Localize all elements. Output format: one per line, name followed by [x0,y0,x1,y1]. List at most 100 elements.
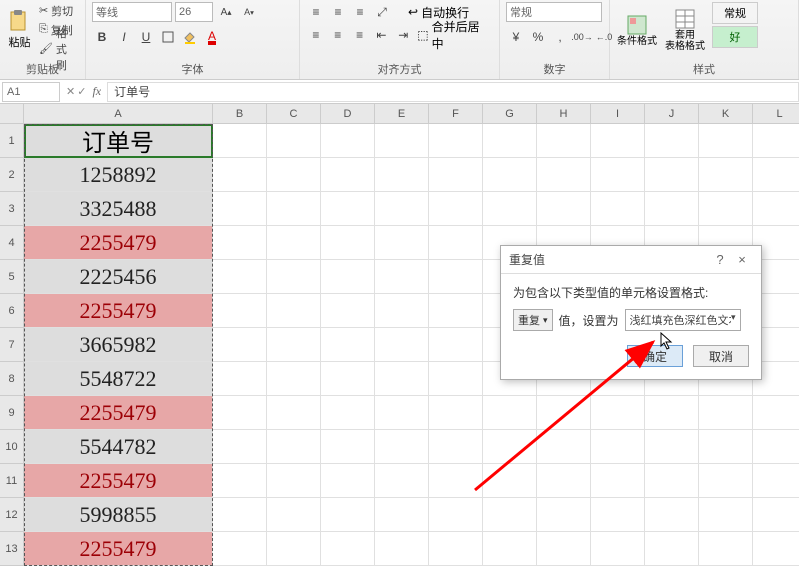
cell-A9[interactable]: 2255479 [24,396,213,430]
cell-H9[interactable] [537,396,591,430]
cell-K9[interactable] [699,396,753,430]
row-header-5[interactable]: 5 [0,260,24,294]
col-header-G[interactable]: G [483,104,537,124]
cell-G1[interactable] [483,124,537,158]
number-format-select[interactable] [506,2,602,22]
cell-K2[interactable] [699,158,753,192]
comma-button[interactable]: , [550,27,570,47]
cell-G10[interactable] [483,430,537,464]
cell-C2[interactable] [267,158,321,192]
cell-B9[interactable] [213,396,267,430]
increase-font-button[interactable]: A▴ [216,2,236,22]
cell-H10[interactable] [537,430,591,464]
align-middle-button[interactable]: ≡ [328,2,348,22]
cell-E3[interactable] [375,192,429,226]
cell-I3[interactable] [591,192,645,226]
cell-E11[interactable] [375,464,429,498]
cell-L12[interactable] [753,498,799,532]
row-header-12[interactable]: 12 [0,498,24,532]
cell-J3[interactable] [645,192,699,226]
cell-G9[interactable] [483,396,537,430]
cancel-button[interactable]: 取消 [693,345,749,367]
format-as-table-button[interactable]: 套用 表格格式 [664,2,706,58]
cell-F2[interactable] [429,158,483,192]
font-size-select[interactable] [175,2,213,22]
cell-F10[interactable] [429,430,483,464]
cell-D4[interactable] [321,226,375,260]
row-header-8[interactable]: 8 [0,362,24,396]
cell-C12[interactable] [267,498,321,532]
cell-G11[interactable] [483,464,537,498]
formula-input[interactable] [107,82,799,102]
cell-A7[interactable]: 3665982 [24,328,213,362]
dialog-help-button[interactable]: ? [709,252,731,267]
cell-B10[interactable] [213,430,267,464]
cell-A11[interactable]: 2255479 [24,464,213,498]
cell-K11[interactable] [699,464,753,498]
underline-button[interactable]: U [136,27,156,47]
cell-B13[interactable] [213,532,267,566]
cell-E12[interactable] [375,498,429,532]
format-style-select[interactable]: 浅红填充色深红色文本 ▾ [625,309,741,331]
cell-F1[interactable] [429,124,483,158]
italic-button[interactable]: I [114,27,134,47]
cell-B11[interactable] [213,464,267,498]
align-top-button[interactable]: ≡ [306,2,326,22]
cell-E1[interactable] [375,124,429,158]
cell-E2[interactable] [375,158,429,192]
cell-B7[interactable] [213,328,267,362]
cell-A3[interactable]: 3325488 [24,192,213,226]
style-normal[interactable]: 常规 [712,2,758,24]
cell-L11[interactable] [753,464,799,498]
dialog-titlebar[interactable]: 重复值 ? × [501,246,761,274]
align-center-button[interactable]: ≡ [328,25,348,45]
cell-I9[interactable] [591,396,645,430]
cell-F13[interactable] [429,532,483,566]
cell-D1[interactable] [321,124,375,158]
cut-button[interactable]: ✂剪切 [37,2,79,19]
cell-E9[interactable] [375,396,429,430]
row-header-9[interactable]: 9 [0,396,24,430]
cell-L10[interactable] [753,430,799,464]
row-header-2[interactable]: 2 [0,158,24,192]
col-header-K[interactable]: K [699,104,753,124]
cell-D7[interactable] [321,328,375,362]
cell-B12[interactable] [213,498,267,532]
cell-I2[interactable] [591,158,645,192]
cell-K3[interactable] [699,192,753,226]
col-header-C[interactable]: C [267,104,321,124]
col-header-J[interactable]: J [645,104,699,124]
indent-inc-button[interactable]: ⇥ [393,25,413,45]
col-header-F[interactable]: F [429,104,483,124]
cell-F8[interactable] [429,362,483,396]
cell-D12[interactable] [321,498,375,532]
cell-K1[interactable] [699,124,753,158]
cell-G3[interactable] [483,192,537,226]
cell-F6[interactable] [429,294,483,328]
cell-A8[interactable]: 5548722 [24,362,213,396]
border-button[interactable] [158,27,178,47]
cell-F7[interactable] [429,328,483,362]
align-right-button[interactable]: ≡ [350,25,370,45]
cell-D6[interactable] [321,294,375,328]
cell-L13[interactable] [753,532,799,566]
cell-J9[interactable] [645,396,699,430]
name-box[interactable] [2,82,60,102]
cell-E8[interactable] [375,362,429,396]
dialog-close-button[interactable]: × [731,252,753,267]
cell-E5[interactable] [375,260,429,294]
cell-C8[interactable] [267,362,321,396]
cell-A6[interactable]: 2255479 [24,294,213,328]
row-header-13[interactable]: 13 [0,532,24,566]
cell-D5[interactable] [321,260,375,294]
cell-C7[interactable] [267,328,321,362]
cell-A1[interactable]: 订单号 [24,124,213,158]
cell-J12[interactable] [645,498,699,532]
cell-C3[interactable] [267,192,321,226]
cell-L1[interactable] [753,124,799,158]
indent-dec-button[interactable]: ⇤ [372,25,392,45]
font-color-button[interactable]: A [202,27,222,47]
cell-G13[interactable] [483,532,537,566]
cell-D13[interactable] [321,532,375,566]
fill-color-button[interactable] [180,27,200,47]
